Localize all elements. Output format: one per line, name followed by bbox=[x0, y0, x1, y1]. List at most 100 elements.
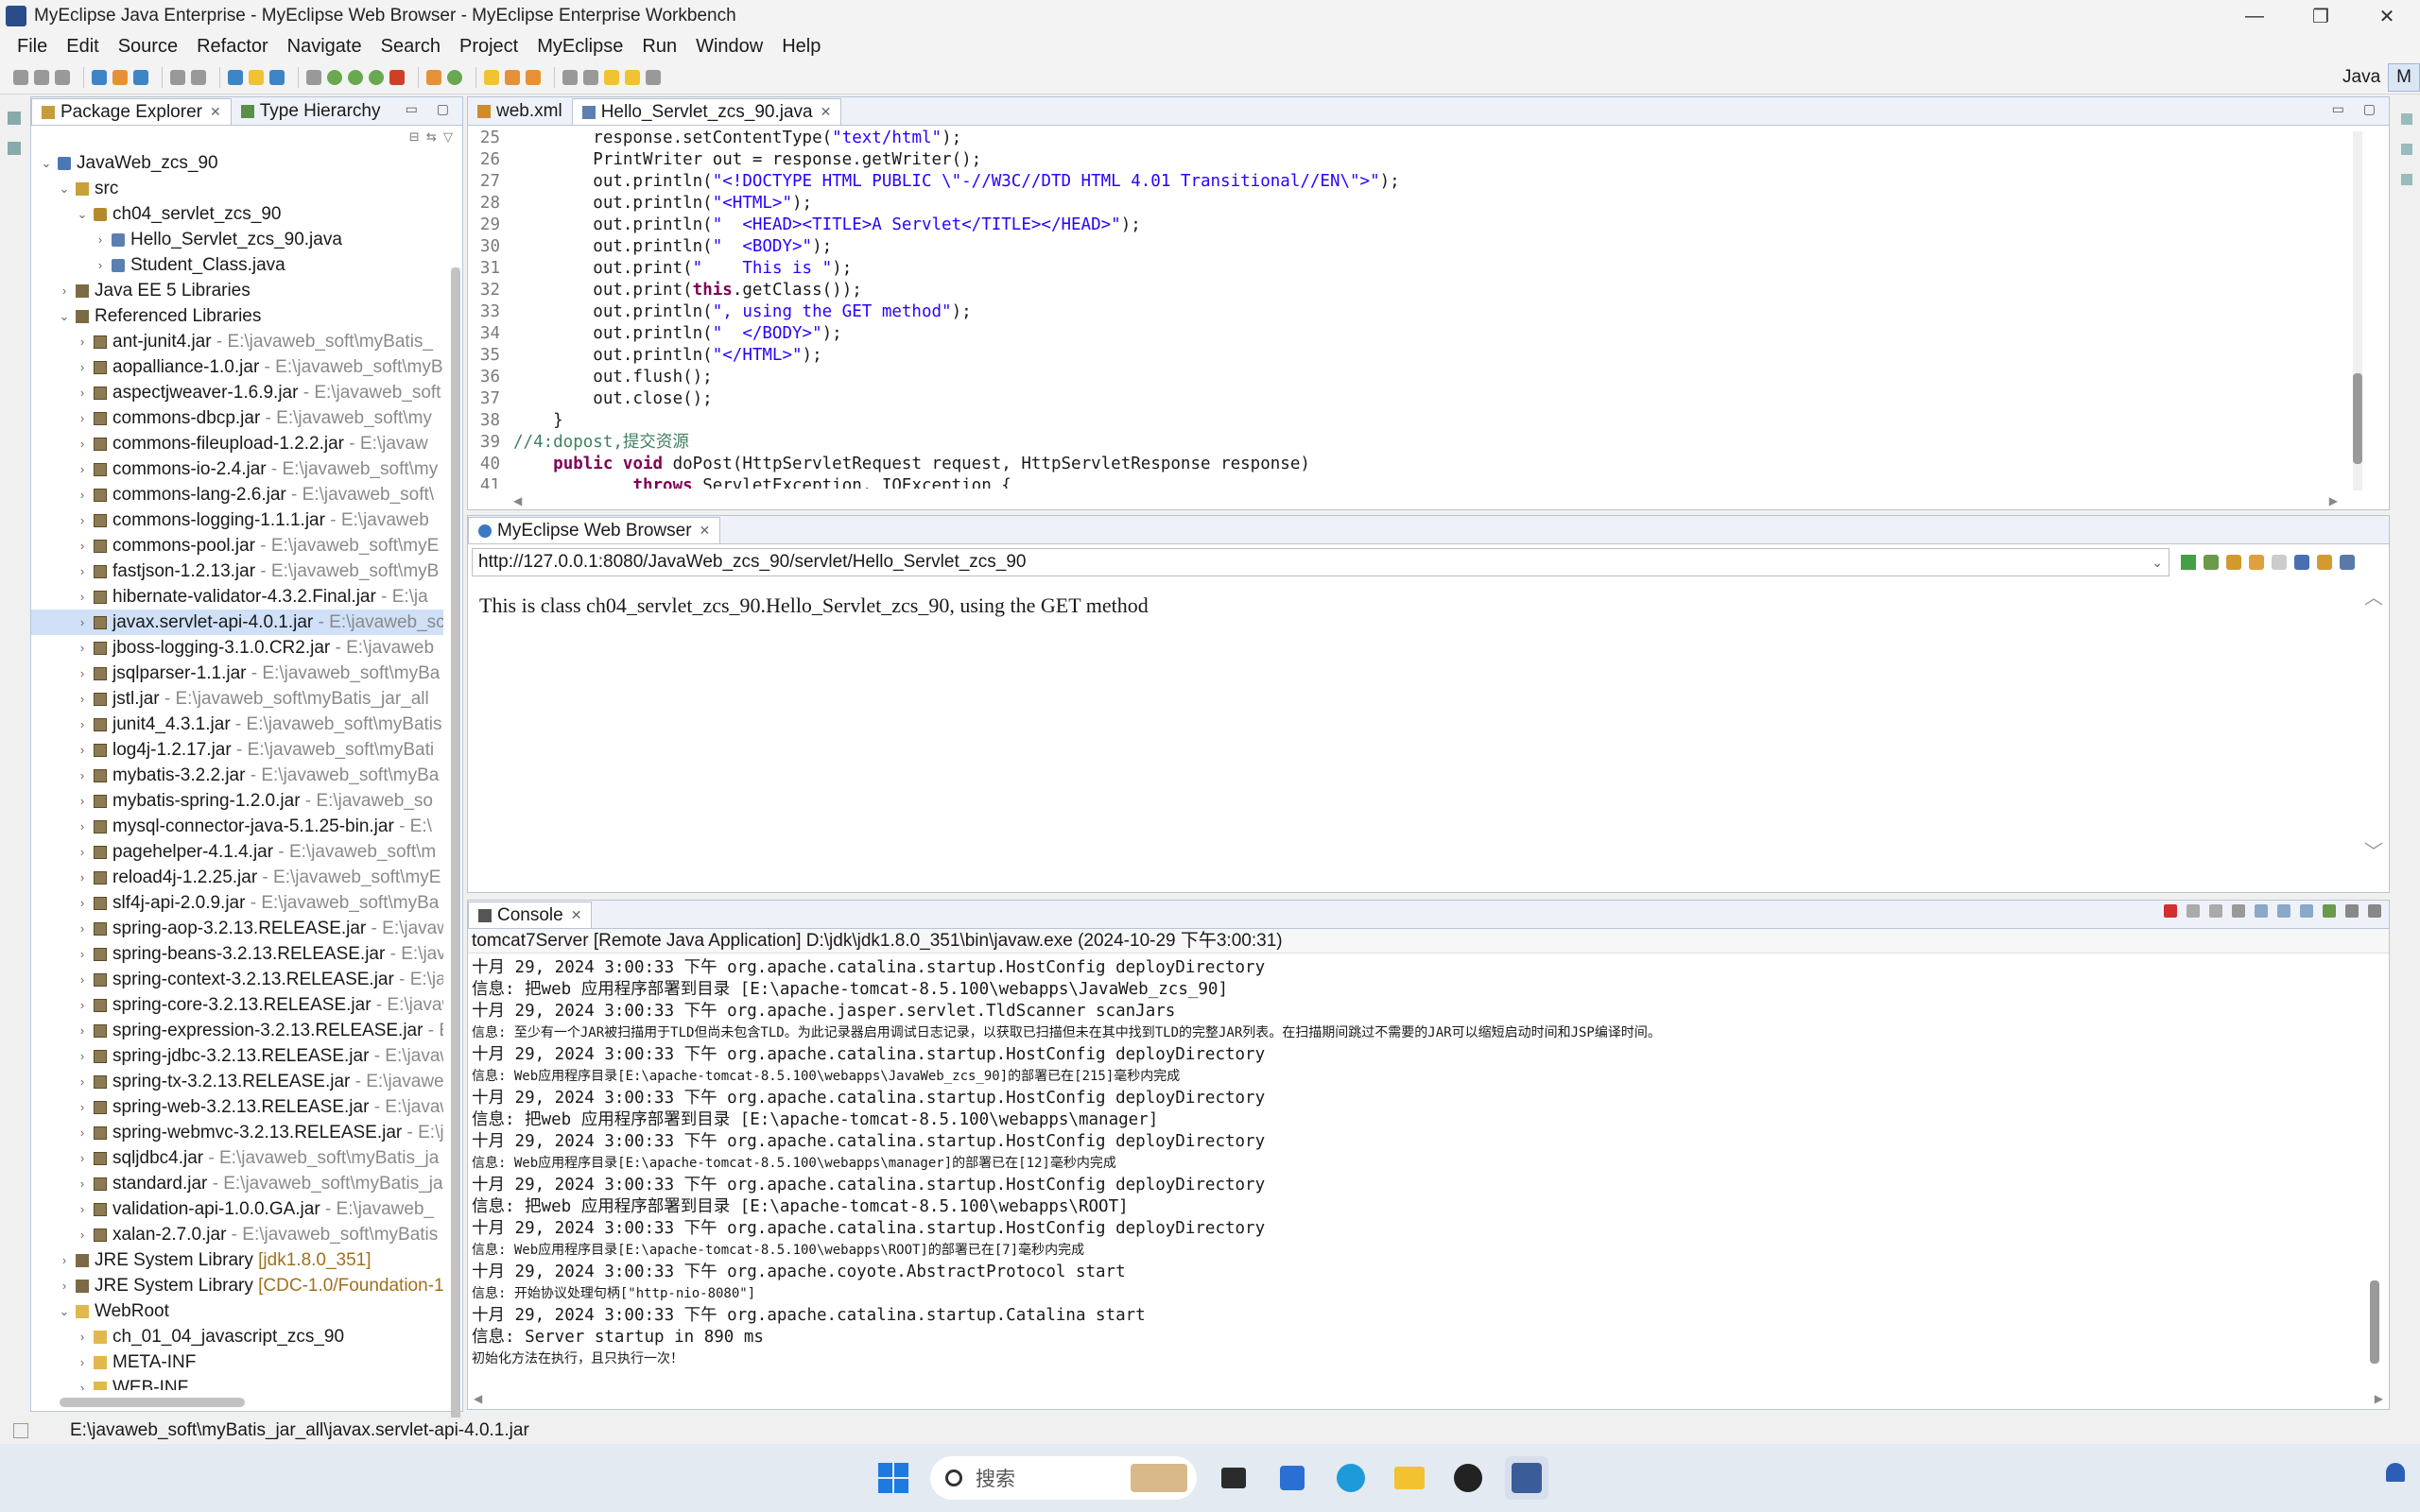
chevron-right-icon[interactable]: › bbox=[75, 916, 90, 941]
code-line[interactable]: 31 out.print(" This is "); bbox=[468, 258, 2359, 280]
menu-edit[interactable]: Edit bbox=[57, 36, 108, 58]
scroll-lock-icon[interactable] bbox=[2255, 904, 2268, 918]
chevron-right-icon[interactable]: › bbox=[75, 1120, 90, 1145]
console-output[interactable]: 十月 29, 2024 3:00:33 下午 org.apache.catali… bbox=[472, 957, 2353, 1373]
tree-item[interactable]: › standard.jar - E:\javaweb_soft\myBatis_… bbox=[31, 1171, 443, 1196]
chevron-right-icon[interactable]: › bbox=[57, 1247, 72, 1273]
tree-item[interactable]: ⌄ JavaWeb_zcs_90 bbox=[31, 150, 443, 176]
chevron-right-icon[interactable]: › bbox=[75, 354, 90, 380]
back-icon[interactable] bbox=[604, 69, 619, 85]
code-line[interactable]: 38 } bbox=[468, 410, 2359, 432]
edge-button[interactable] bbox=[1329, 1456, 1373, 1500]
code-line[interactable]: 37 out.close(); bbox=[468, 388, 2359, 410]
code-line[interactable]: 26 PrintWriter out = response.getWriter(… bbox=[468, 149, 2359, 171]
chevron-right-icon[interactable]: › bbox=[75, 533, 90, 558]
close-icon[interactable]: ✕ bbox=[821, 104, 832, 120]
view-minmax-icon[interactable]: ▭ ▢ bbox=[2332, 101, 2383, 117]
open-type-icon[interactable] bbox=[92, 69, 107, 85]
store-button[interactable] bbox=[1270, 1456, 1314, 1500]
minimize-button[interactable]: — bbox=[2221, 0, 2288, 32]
terminate-icon[interactable] bbox=[2164, 904, 2177, 918]
tree-item[interactable]: › log4j-1.2.17.jar - E:\javaweb_soft\myBa… bbox=[31, 737, 443, 763]
refresh-icon[interactable] bbox=[2317, 555, 2332, 570]
window-icon[interactable] bbox=[306, 69, 321, 85]
chevron-right-icon[interactable]: › bbox=[75, 941, 90, 967]
notification-bell-icon[interactable] bbox=[2386, 1463, 2405, 1482]
word-wrap-icon[interactable] bbox=[2277, 904, 2290, 918]
tree-item[interactable]: › jstl.jar - E:\javaweb_soft\myBatis_jar_… bbox=[31, 686, 443, 712]
menu-file[interactable]: File bbox=[8, 36, 57, 58]
code-line[interactable]: 41 throws ServletException, IOException … bbox=[468, 475, 2359, 489]
display-console-icon[interactable] bbox=[2323, 904, 2336, 918]
outline-icon[interactable] bbox=[8, 142, 21, 155]
chevron-right-icon[interactable]: › bbox=[75, 635, 90, 661]
refresh-icon[interactable] bbox=[447, 69, 462, 85]
tree-item[interactable]: › ch_01_04_javascript_zcs_90 bbox=[31, 1324, 443, 1349]
chevron-right-icon[interactable]: › bbox=[75, 405, 90, 431]
run-icon[interactable] bbox=[2204, 555, 2219, 570]
tree-item[interactable]: ⌄ src bbox=[31, 176, 443, 201]
tree-item[interactable]: › sqljdbc4.jar - E:\javaweb_soft\myBatis_… bbox=[31, 1145, 443, 1171]
close-icon[interactable]: ✕ bbox=[571, 907, 582, 923]
tree-item[interactable]: › Java EE 5 Libraries bbox=[31, 278, 443, 303]
prev-annotation-icon[interactable] bbox=[583, 69, 598, 85]
chevron-right-icon[interactable]: › bbox=[75, 890, 90, 916]
bookmark-icon[interactable] bbox=[2226, 555, 2241, 570]
tree-item[interactable]: › Student_Class.java bbox=[31, 252, 443, 278]
close-icon[interactable]: ✕ bbox=[210, 104, 221, 120]
menu-refactor[interactable]: Refactor bbox=[187, 36, 278, 58]
chevron-right-icon[interactable]: › bbox=[75, 1069, 90, 1094]
tree-item[interactable]: › spring-web-3.2.13.RELEASE.jar - E:\java… bbox=[31, 1094, 443, 1120]
remove-all-icon[interactable] bbox=[2209, 904, 2222, 918]
tree-item[interactable]: › mybatis-3.2.2.jar - E:\javaweb_soft\myB… bbox=[31, 763, 443, 788]
chevron-down-icon[interactable]: ⌄ bbox=[57, 1298, 72, 1324]
open-resource-icon[interactable] bbox=[112, 69, 128, 85]
tree-item[interactable]: › aspectjweaver-1.6.9.jar - E:\javaweb_so… bbox=[31, 380, 443, 405]
chevron-down-icon[interactable]: ⌄ bbox=[57, 176, 72, 201]
chevron-right-icon[interactable]: › bbox=[75, 456, 90, 482]
browser-scrollbar[interactable]: ︿ ﹀ bbox=[2364, 582, 2383, 866]
chevron-right-icon[interactable]: › bbox=[75, 661, 90, 686]
code-line[interactable]: 27 out.println("<!DOCTYPE HTML PUBLIC \"… bbox=[468, 171, 2359, 193]
url-input[interactable]: http://127.0.0.1:8080/JavaWeb_zcs_90/ser… bbox=[472, 548, 2169, 576]
new-web-project-icon[interactable] bbox=[228, 69, 243, 85]
new-class-icon[interactable] bbox=[426, 69, 441, 85]
chevron-down-icon[interactable]: ⌄ bbox=[57, 303, 72, 329]
link-with-editor-icon[interactable]: ⇆ bbox=[426, 129, 437, 145]
open-folder-icon[interactable] bbox=[484, 69, 499, 85]
chevron-right-icon[interactable]: › bbox=[75, 1171, 90, 1196]
tree-item[interactable]: › commons-dbcp.jar - E:\javaweb_soft\my bbox=[31, 405, 443, 431]
tree-item[interactable]: › aopalliance-1.0.jar - E:\javaweb_soft\m… bbox=[31, 354, 443, 380]
forward-icon[interactable] bbox=[2272, 555, 2287, 570]
tree-scrollbar[interactable] bbox=[451, 267, 460, 1439]
chevron-right-icon[interactable]: › bbox=[75, 558, 90, 584]
task-view-button[interactable] bbox=[1212, 1456, 1255, 1500]
menu-search[interactable]: Search bbox=[372, 36, 450, 58]
close-button[interactable]: ✕ bbox=[2354, 0, 2420, 32]
tree-item[interactable]: › fastjson-1.2.13.jar - E:\javaweb_soft\m… bbox=[31, 558, 443, 584]
search-icon[interactable] bbox=[170, 69, 185, 85]
deploy-icon[interactable] bbox=[191, 69, 206, 85]
chevron-right-icon[interactable]: › bbox=[75, 967, 90, 992]
new-icon[interactable] bbox=[13, 69, 28, 85]
code-line[interactable]: 33 out.println(", using the GET method")… bbox=[468, 301, 2359, 323]
chevron-right-icon[interactable]: › bbox=[75, 865, 90, 890]
menu-run[interactable]: Run bbox=[632, 36, 686, 58]
tree-item[interactable]: › jboss-logging-3.1.0.CR2.jar - E:\javawe… bbox=[31, 635, 443, 661]
perspective-myeclipse[interactable]: M bbox=[2388, 63, 2420, 92]
home-icon[interactable] bbox=[2340, 555, 2355, 570]
chevron-right-icon[interactable]: › bbox=[75, 482, 90, 507]
tab-console[interactable]: Console ✕ bbox=[468, 902, 593, 928]
tree-item[interactable]: › spring-webmvc-3.2.13.RELEASE.jar - E:\j… bbox=[31, 1120, 443, 1145]
file-explorer-button[interactable] bbox=[1388, 1456, 1431, 1500]
open-console-icon[interactable] bbox=[2345, 904, 2359, 918]
edit-icon[interactable] bbox=[526, 69, 541, 85]
tab-package-explorer[interactable]: Package Explorer ✕ bbox=[31, 98, 232, 125]
collapse-all-icon[interactable]: ⊟ bbox=[409, 129, 420, 145]
code-line[interactable]: 35 out.println("</HTML>"); bbox=[468, 345, 2359, 367]
view-minmax-icon[interactable]: ▭ ▢ bbox=[406, 101, 457, 117]
tree-item[interactable]: › commons-io-2.4.jar - E:\javaweb_soft\my bbox=[31, 456, 443, 482]
tree-item[interactable]: › reload4j-1.2.25.jar - E:\javaweb_soft\m… bbox=[31, 865, 443, 890]
chevron-down-icon[interactable]: ⌄ bbox=[39, 150, 54, 176]
tree-item[interactable]: › slf4j-api-2.0.9.jar - E:\javaweb_soft\m… bbox=[31, 890, 443, 916]
